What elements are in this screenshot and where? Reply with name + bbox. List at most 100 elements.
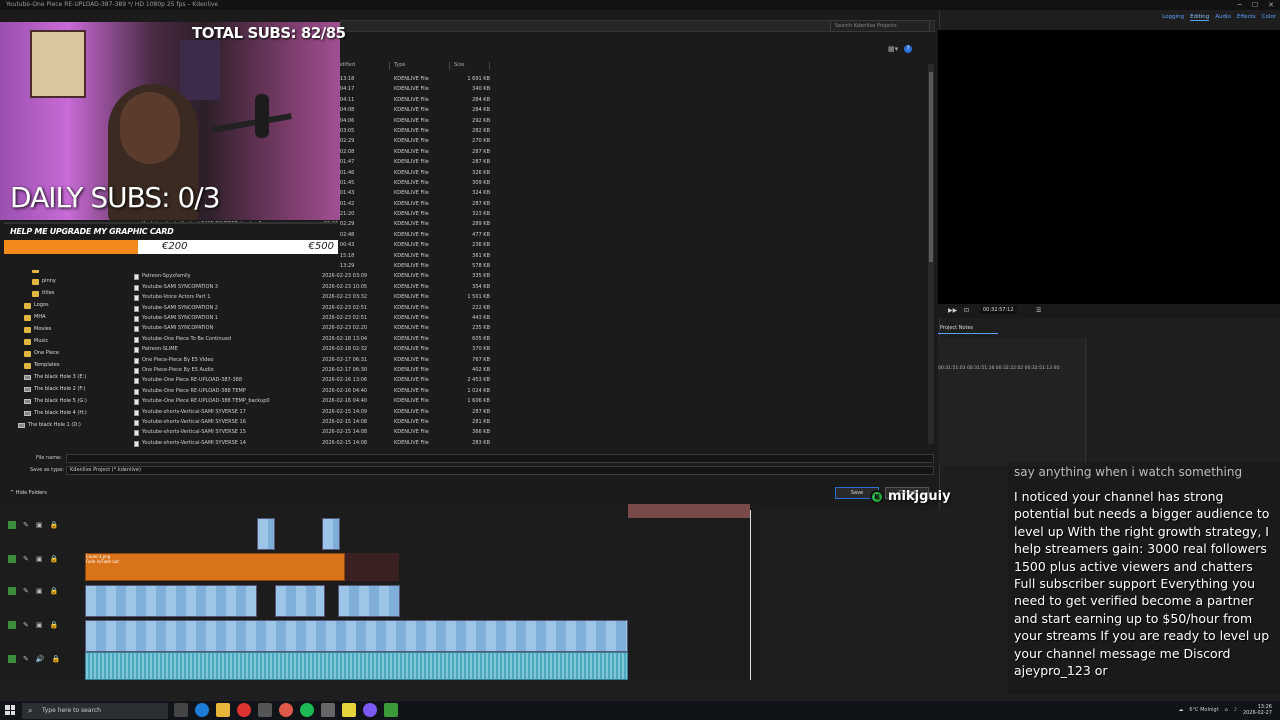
- weather-text[interactable]: 6°C Molnigt: [1189, 707, 1218, 713]
- film-icon[interactable]: ▣: [36, 555, 43, 563]
- tree-item[interactable]: pinny: [14, 276, 124, 288]
- file-row[interactable]: Patreon-SLIME 2026-02-18 02:32 KDENLIVE Fi…: [134, 345, 924, 355]
- tree-item[interactable]: Logos: [14, 300, 124, 312]
- timeline-clip[interactable]: [257, 518, 275, 550]
- file-row[interactable]: Patreon-Spyxfamily 2026-02-23 03:09 KDENLI…: [134, 272, 924, 282]
- lock-icon[interactable]: 🔒: [52, 655, 61, 663]
- edge-icon[interactable]: [195, 703, 209, 717]
- scrollbar-thumb[interactable]: [929, 72, 933, 262]
- audio-clip[interactable]: [85, 652, 628, 680]
- file-row[interactable]: Youtube-One Piece RE-UPLOAD-388 TEMP_bac…: [134, 397, 924, 407]
- track-enable-icon[interactable]: [8, 555, 16, 563]
- clock[interactable]: 13:26 2026-02-27: [1243, 704, 1272, 716]
- volume-icon[interactable]: ♪: [1234, 707, 1237, 713]
- chrome-icon[interactable]: [237, 703, 251, 717]
- app-icon[interactable]: [384, 703, 398, 717]
- app-icon[interactable]: [321, 703, 335, 717]
- save-type-select[interactable]: Kdenlive Project (*.kdenlive): [66, 466, 934, 475]
- tree-item[interactable]: titles: [14, 288, 124, 300]
- spotify-icon[interactable]: [300, 703, 314, 717]
- hide-folders-toggle[interactable]: ^ Hide Folders: [10, 490, 47, 496]
- file-row[interactable]: Youtube-One Piece RE-UPLOAD-387-388 2026-…: [134, 376, 924, 386]
- network-icon[interactable]: ⌂: [1225, 707, 1228, 713]
- file-explorer-icon[interactable]: [216, 703, 230, 717]
- task-view-icon[interactable]: [174, 703, 188, 717]
- edit-icon[interactable]: ✎: [23, 655, 29, 663]
- monitor-timecode[interactable]: 00:32:57:12: [980, 306, 1017, 314]
- film-icon[interactable]: ▣: [36, 521, 43, 529]
- play-icon[interactable]: ▶▶: [948, 307, 957, 314]
- layout-tab-editing[interactable]: Editing: [1190, 14, 1210, 21]
- help-icon[interactable]: ?: [904, 45, 913, 53]
- tree-item[interactable]: The black Hole 2 (F:): [14, 384, 124, 396]
- lock-icon[interactable]: 🔒: [50, 587, 59, 595]
- start-button[interactable]: [5, 705, 15, 715]
- film-icon[interactable]: ▣: [36, 621, 43, 629]
- file-row[interactable]: Youtube-SAMI SYNCOPATION 1 2026-02-23 02:…: [134, 314, 924, 324]
- lock-icon[interactable]: 🔒: [50, 521, 59, 529]
- maximize-button[interactable]: ☐: [1252, 0, 1258, 10]
- tree-item[interactable]: The black Hole 1 (D:): [14, 420, 124, 432]
- file-row[interactable]: Youtube-shorts-Vertical-SAMI SYVERSE 14 2…: [134, 439, 924, 449]
- lock-icon[interactable]: 🔒: [50, 621, 59, 629]
- tree-item[interactable]: Templates: [14, 360, 124, 372]
- obs-icon[interactable]: [279, 703, 293, 717]
- track-enable-icon[interactable]: [8, 621, 16, 629]
- edit-icon[interactable]: ✎: [23, 587, 29, 595]
- kdenlive-icon[interactable]: [258, 703, 272, 717]
- tree-item[interactable]: One Piece: [14, 348, 124, 360]
- track-enable-icon[interactable]: [8, 655, 16, 663]
- layout-tab-logging[interactable]: Logging: [1162, 14, 1184, 21]
- timeline-clip[interactable]: [275, 585, 325, 617]
- timeline-clip[interactable]: [85, 620, 628, 652]
- app-icon[interactable]: [342, 703, 356, 717]
- tree-item[interactable]: Movies: [14, 324, 124, 336]
- file-row[interactable]: One Piece-Piece By E5 Video 2026-02-17 06…: [134, 356, 924, 366]
- file-name-input[interactable]: [66, 454, 934, 463]
- discord-icon[interactable]: [363, 703, 377, 717]
- file-row[interactable]: Youtube-shorts-Vertical-SAMI SYVERSE 17 2…: [134, 408, 924, 418]
- column-date-modified[interactable]: odified: [338, 62, 390, 70]
- edit-icon[interactable]: ✎: [23, 555, 29, 563]
- file-row[interactable]: Youtube-SAMI SYNCOPATION 2026-02-23 02:20…: [134, 324, 924, 334]
- layout-tab-effects[interactable]: Effects: [1237, 14, 1256, 21]
- track-enable-icon[interactable]: [8, 587, 16, 595]
- view-menu-icon[interactable]: ▦▾: [888, 45, 898, 53]
- timeline-clip[interactable]: [322, 518, 340, 550]
- tree-item[interactable]: The black Hole 5 (G:): [14, 396, 124, 408]
- timeline-clip[interactable]: [345, 553, 399, 581]
- tree-item[interactable]: The black Hole 3 (E:): [14, 372, 124, 384]
- taskbar-search[interactable]: ⌕ Type here to search: [22, 703, 168, 719]
- file-row[interactable]: Youtube-One Piece To Be Continued 2026-02…: [134, 335, 924, 345]
- tree-item[interactable]: MHA: [14, 312, 124, 324]
- file-list-scrollbar[interactable]: [928, 64, 934, 444]
- close-button[interactable]: ✕: [1268, 0, 1274, 10]
- track-enable-icon[interactable]: [8, 521, 16, 529]
- timeline-clip-cover[interactable]: Cover-3.png Fade in/Fade out: [85, 553, 345, 581]
- tab-project-notes[interactable]: Project Notes: [938, 322, 998, 334]
- column-type[interactable]: Type: [394, 62, 450, 70]
- timeline-clip[interactable]: [85, 585, 257, 617]
- menu-icon[interactable]: ☰: [1036, 307, 1041, 314]
- film-icon[interactable]: ▣: [36, 587, 43, 595]
- edit-icon[interactable]: ✎: [23, 521, 29, 529]
- column-size[interactable]: Size: [454, 62, 490, 70]
- timeline-clip[interactable]: [338, 585, 400, 617]
- weather-icon[interactable]: ☁: [1178, 707, 1183, 713]
- tree-item[interactable]: The black Hole 4 (H:): [14, 408, 124, 420]
- crop-icon[interactable]: ⊡: [964, 307, 969, 314]
- speaker-icon[interactable]: 🔊: [36, 655, 45, 663]
- search-input[interactable]: Search Kdenlive Projects: [830, 20, 930, 32]
- file-row[interactable]: Youtube-Voice Actors Part 1 2026-02-23 03…: [134, 293, 924, 303]
- layout-tab-audio[interactable]: Audio: [1215, 14, 1231, 21]
- layout-tab-color[interactable]: Color: [1262, 14, 1276, 21]
- edit-icon[interactable]: ✎: [23, 621, 29, 629]
- file-row[interactable]: Youtube-SAMI SYNCOPATION 2 2026-02-23 02:…: [134, 304, 924, 314]
- file-row[interactable]: Youtube-shorts-Vertical-SAMI SYVERSE 15 2…: [134, 428, 924, 438]
- minimize-button[interactable]: ─: [1238, 0, 1242, 10]
- lock-icon[interactable]: 🔒: [50, 555, 59, 563]
- file-row[interactable]: Youtube-shorts-Vertical-SAMI SYVERSE 16 2…: [134, 418, 924, 428]
- file-row[interactable]: Youtube-SAMI SYNCOPATION 3 2026-02-23 10:…: [134, 283, 924, 293]
- file-row[interactable]: One Piece-Piece By E5 Audio 2026-02-17 06…: [134, 366, 924, 376]
- timeline-playhead[interactable]: [750, 510, 751, 680]
